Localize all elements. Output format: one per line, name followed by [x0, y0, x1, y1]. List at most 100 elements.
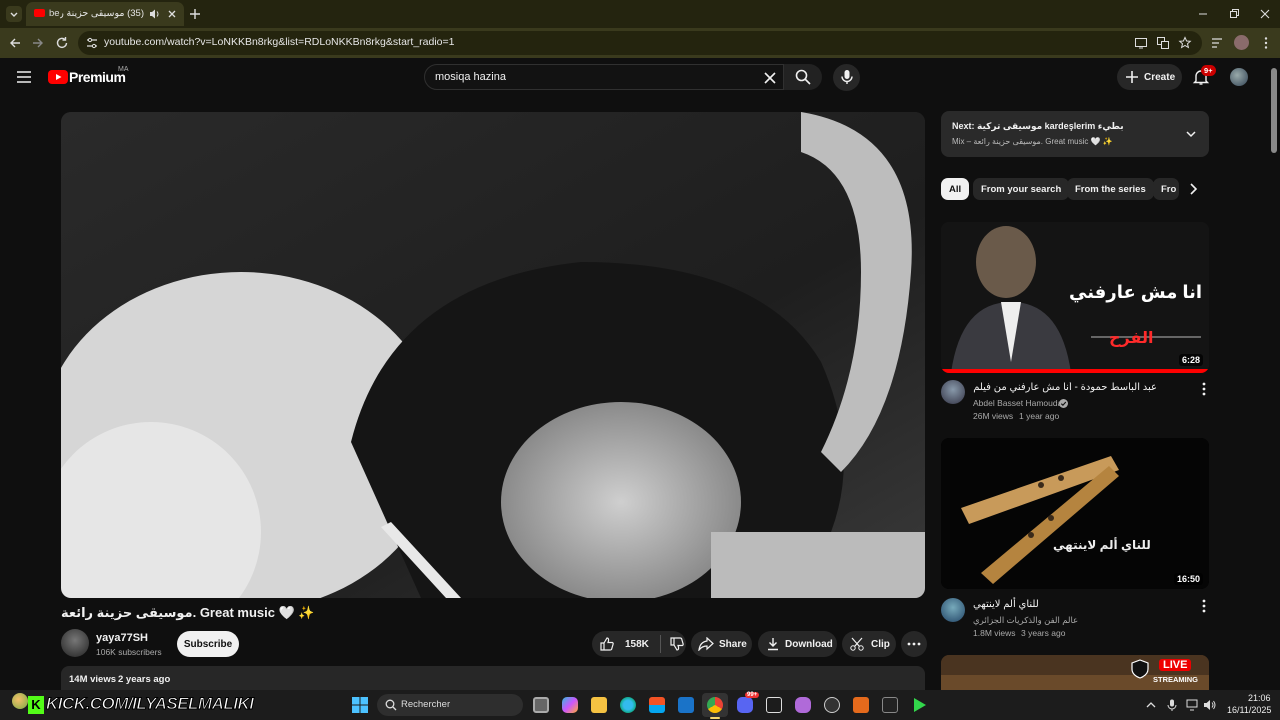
profile-avatar[interactable]: [1234, 35, 1249, 50]
next-up-card[interactable]: Next: موسيقى تركية kardeşlerim بطيء Mix …: [941, 111, 1209, 157]
view-count: 14M views: [69, 674, 116, 685]
recommendation-thumbnail[interactable]: LIVE STREAMING: [941, 655, 1209, 690]
hamburger-menu-icon[interactable]: [16, 70, 32, 84]
thumbs-down-icon[interactable]: [669, 636, 685, 652]
share-label: Share: [719, 638, 747, 650]
tray-microphone-icon[interactable]: [1167, 699, 1177, 711]
browser-toolbar: youtube.com/watch?v=LoNKKBn8rkg&list=RDL…: [0, 28, 1280, 58]
notifications-button[interactable]: 9+: [1192, 65, 1216, 88]
recommendation-thumbnail[interactable]: للناي ألم لاينتهي 16:50: [941, 438, 1209, 589]
search-input[interactable]: mosiqa hazina: [424, 64, 784, 90]
cast-icon[interactable]: [1134, 36, 1148, 50]
premium-logo-text: Premium: [69, 69, 126, 85]
reload-icon[interactable]: [55, 36, 69, 50]
copilot-icon[interactable]: [562, 697, 578, 713]
channel-avatar[interactable]: [61, 629, 89, 657]
chevron-right-icon[interactable]: [1186, 182, 1200, 196]
close-tab-icon[interactable]: [166, 8, 178, 20]
recommendation-views: 1.8M views: [973, 628, 1016, 638]
translate-icon[interactable]: [1156, 36, 1170, 50]
channel-avatar[interactable]: [941, 380, 965, 404]
live-badge: LIVE STREAMING: [1131, 657, 1209, 687]
clock-date[interactable]: 16/11/2025: [1227, 705, 1271, 715]
clock-time[interactable]: 21:06: [1248, 693, 1271, 703]
tab-list-button[interactable]: [6, 6, 22, 22]
recommendation-title[interactable]: عبد الباسط حمودة - أنا مش عارفني من فيلم…: [973, 382, 1157, 393]
chip-from-more[interactable]: Fro: [1153, 178, 1179, 200]
speaker-icon[interactable]: [148, 8, 160, 20]
subscriber-count: 106K subscribers: [96, 647, 162, 657]
gamepad-icon[interactable]: [795, 697, 811, 713]
account-avatar[interactable]: [1230, 68, 1248, 86]
video-player[interactable]: [61, 112, 925, 598]
chrome-icon[interactable]: [707, 697, 723, 713]
chip-from-the-series[interactable]: From the series: [1067, 178, 1154, 200]
search-button[interactable]: [784, 64, 822, 90]
kick-logo: [12, 693, 28, 709]
recommendation-channel[interactable]: Abdel Basset Hamouda: [973, 398, 1062, 408]
recommendation-channel[interactable]: عالم الفن والذكريات الجزائري: [973, 615, 1078, 626]
voice-search-button[interactable]: [833, 64, 860, 91]
obs-icon[interactable]: [824, 697, 840, 713]
address-bar[interactable]: youtube.com/watch?v=LoNKKBn8rkg&list=RDL…: [78, 31, 1202, 55]
clip-button[interactable]: Clip: [842, 631, 896, 657]
file-explorer-icon[interactable]: [591, 697, 607, 713]
next-subtitle: Mix – موسيقى حزينة رائعة. Great music 🤍 …: [952, 137, 1113, 146]
tray-volume-icon[interactable]: [1203, 699, 1217, 711]
url-text: youtube.com/watch?v=LoNKKBn8rkg&list=RDL…: [104, 36, 455, 48]
search-icon: [795, 69, 811, 85]
youtube-page: Premium MA mosiqa hazina Create 9+ موسيق…: [0, 58, 1280, 690]
youtube-logo[interactable]: Premium MA: [48, 66, 138, 88]
reading-list-icon[interactable]: [1210, 36, 1224, 50]
page-scrollbar[interactable]: [1271, 68, 1277, 153]
create-button[interactable]: Create: [1117, 64, 1182, 90]
forward-icon[interactable]: [31, 36, 45, 50]
start-button[interactable]: [352, 697, 368, 713]
tab-title: (35) موسيقى حزينة رائعة: [60, 8, 144, 19]
share-button[interactable]: Share: [691, 631, 752, 657]
restore-icon[interactable]: [1227, 7, 1241, 21]
download-button[interactable]: Download: [758, 631, 837, 657]
chip-all[interactable]: All: [941, 178, 970, 200]
outlook-icon[interactable]: [678, 697, 694, 713]
taskbar: K KICK.COM/ILYASELMALIKI Rechercher 99+ …: [0, 690, 1280, 720]
expand-chevron-icon[interactable]: [1185, 128, 1197, 140]
chip-from-your-search[interactable]: From your search: [973, 178, 1070, 200]
description-box[interactable]: 14M views 2 years ago: [61, 666, 925, 690]
site-info-icon[interactable]: [85, 36, 99, 50]
browser-menu-icon[interactable]: [1259, 36, 1273, 50]
app-a-icon[interactable]: [853, 697, 869, 713]
recommendation-title[interactable]: للناي ألم لاينتهي: [973, 599, 1039, 610]
tray-chevron-up-icon[interactable]: [1146, 700, 1156, 710]
minimize-icon[interactable]: [1196, 7, 1210, 21]
browser-tab-bar: be (35) موسيقى حزينة رائعة: [0, 0, 1280, 28]
channel-avatar[interactable]: [941, 598, 965, 622]
play-arrow-icon[interactable]: [913, 697, 927, 713]
browser-tab[interactable]: be (35) موسيقى حزينة رائعة: [26, 2, 184, 26]
clear-search-icon[interactable]: [763, 71, 777, 85]
bookmark-star-icon[interactable]: [1178, 36, 1192, 50]
subscribe-button[interactable]: Subscribe: [177, 631, 239, 657]
scissors-icon: [850, 637, 864, 651]
app-pen-icon[interactable]: [882, 697, 898, 713]
like-count[interactable]: 158K: [625, 639, 649, 650]
mail-icon[interactable]: [766, 697, 782, 713]
taskbar-search-placeholder: Rechercher: [401, 699, 451, 710]
recommendation-views: 26M views: [973, 411, 1014, 421]
close-window-icon[interactable]: [1258, 7, 1272, 21]
tray-network-icon[interactable]: [1186, 699, 1198, 711]
new-tab-icon[interactable]: [188, 7, 202, 21]
more-vertical-icon[interactable]: [1202, 599, 1206, 613]
back-icon[interactable]: [8, 36, 22, 50]
more-actions-button[interactable]: [901, 631, 927, 657]
task-view-icon[interactable]: [533, 697, 549, 713]
taskbar-search[interactable]: Rechercher: [377, 694, 523, 716]
microsoft-store-icon[interactable]: [649, 697, 665, 713]
edge-browser-icon[interactable]: [620, 697, 636, 713]
more-vertical-icon[interactable]: [1202, 382, 1206, 396]
recommendation-thumbnail[interactable]: انا مش عارفني الفرح 6:28: [941, 222, 1209, 373]
windows-logo-icon: [352, 697, 368, 713]
channel-name[interactable]: yaya77SH: [96, 632, 148, 644]
thumbs-up-icon[interactable]: [599, 636, 615, 652]
discord-icon[interactable]: [737, 697, 753, 713]
